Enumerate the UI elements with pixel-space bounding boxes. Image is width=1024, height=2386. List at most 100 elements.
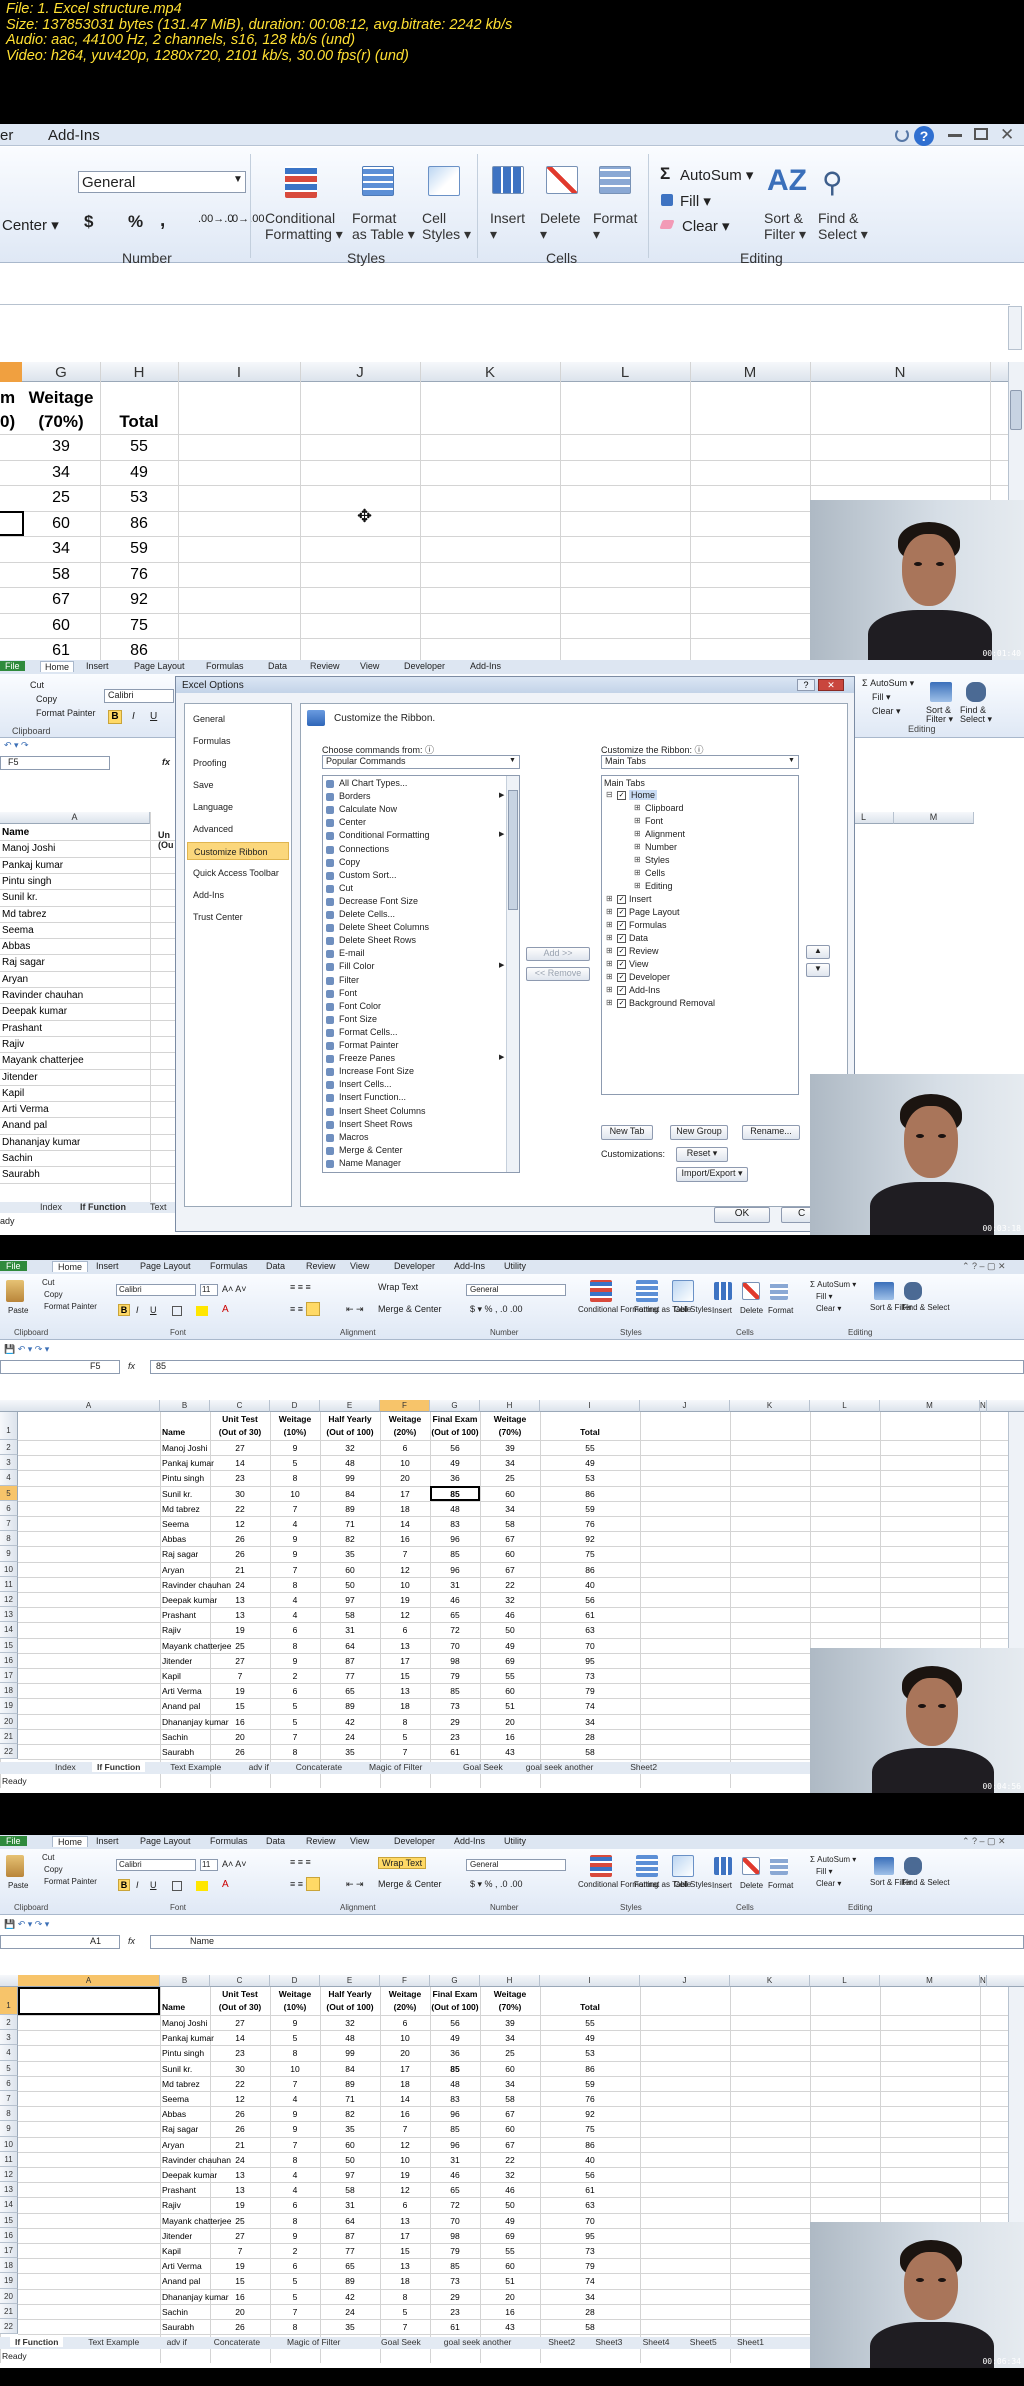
tree-item[interactable]: Data (629, 933, 648, 943)
row-header[interactable]: 5 (0, 2060, 18, 2076)
row-header[interactable]: 12 (0, 1592, 18, 1608)
sheet-tab[interactable]: Sheet2 (625, 1762, 662, 1772)
expand-icon[interactable]: ⊞ (634, 816, 641, 825)
clear-button[interactable]: Clear ▾ (872, 706, 901, 717)
col-header-k[interactable]: K (420, 364, 560, 381)
checkbox-icon[interactable]: ✓ (617, 791, 626, 800)
align-center-active[interactable] (306, 1877, 320, 1891)
sheet-tab[interactable]: Magic of Filter (282, 2337, 345, 2347)
sheet-tab-text[interactable]: Text (150, 1202, 167, 1212)
tab-insert[interactable]: Insert (96, 1836, 119, 1846)
tree-item[interactable]: Background Removal (629, 998, 715, 1008)
find-select-label[interactable]: Find & Select (902, 1879, 950, 1887)
command-item[interactable]: Insert Sheet Rows (339, 1119, 413, 1129)
sheet-tab[interactable]: Sheet5 (685, 2337, 722, 2347)
command-item[interactable]: Cut (339, 883, 353, 893)
find-select-label[interactable]: Find & Select ▾ (960, 706, 992, 724)
clear-button[interactable]: Clear ▾ (816, 1304, 841, 1313)
checkbox-icon[interactable]: ✓ (617, 921, 626, 930)
checkbox-icon[interactable]: ✓ (617, 999, 626, 1008)
sheet-tab[interactable]: Text Example (165, 1762, 226, 1772)
command-item[interactable]: Borders (339, 791, 371, 801)
col-header-d[interactable]: D (270, 1400, 320, 1412)
checkbox-icon[interactable]: ✓ (617, 960, 626, 969)
tab-add-ins[interactable]: Add-Ins (454, 1836, 485, 1846)
fx-icon[interactable]: fx (128, 1361, 135, 1371)
active-cell[interactable] (18, 1987, 160, 2015)
expand-icon[interactable]: ⊞ (606, 998, 613, 1007)
dialog-help-button[interactable]: ? (797, 679, 815, 691)
undo-icon[interactable]: 💾 ↶ ▾ ↷ ▾ (4, 1344, 49, 1355)
row-header[interactable]: 10 (0, 1561, 18, 1577)
tree-item[interactable]: Review (629, 946, 659, 956)
sort-filter-icon[interactable] (930, 682, 952, 702)
tab-developer[interactable]: Developer (404, 661, 445, 671)
window-minimize-icon[interactable] (948, 134, 962, 137)
commands-list[interactable]: All Chart Types... Borders ▶ Calculate Now C… (322, 775, 520, 1173)
delete-label[interactable]: Delete ▾ (540, 210, 580, 243)
tree-item[interactable]: Insert (629, 894, 652, 904)
tab-insert[interactable]: Insert (86, 661, 109, 671)
sheet-tab[interactable]: Sheet3 (590, 2337, 627, 2347)
autosum-icon[interactable]: Σ (660, 164, 670, 184)
sheet-tab[interactable]: adv if (244, 1762, 274, 1772)
tab-home[interactable]: Home (52, 1836, 89, 1847)
align-top-icon[interactable]: ≡ ≡ ≡ (290, 1282, 311, 1292)
font-color-icon[interactable]: A (222, 1304, 229, 1315)
tab-home[interactable]: Home (52, 1261, 89, 1272)
command-item[interactable]: Delete Cells... (339, 909, 395, 919)
delete-cells-icon[interactable] (742, 1282, 760, 1300)
expand-icon[interactable]: ⊞ (606, 933, 613, 942)
tab-view[interactable]: View (350, 1836, 369, 1846)
row-header[interactable]: 15 (0, 1637, 18, 1653)
row-header[interactable]: 18 (0, 2258, 18, 2274)
col-header-m[interactable]: M (690, 364, 810, 381)
expand-icon[interactable]: ⊞ (634, 855, 641, 864)
sheet-tab[interactable]: goal seek another (521, 1762, 599, 1772)
fx-icon[interactable]: fx (162, 757, 170, 767)
conditional-formatting-icon[interactable] (285, 166, 317, 198)
new-group-button[interactable]: New Group (670, 1125, 728, 1140)
row-header[interactable]: 14 (0, 2197, 18, 2213)
font-color-icon[interactable]: A (222, 1879, 229, 1890)
wrap-text-button[interactable]: Wrap Text (378, 1282, 418, 1292)
bold-button[interactable]: B (118, 1304, 130, 1316)
row-header[interactable]: 20 (0, 1713, 18, 1729)
underline-button[interactable]: U (150, 1880, 157, 1890)
col-header-e[interactable]: E (320, 1975, 380, 1987)
command-item[interactable]: E-mail (339, 948, 365, 958)
col-header-a[interactable]: A (0, 812, 150, 824)
tab-add-ins[interactable]: Add-Ins (454, 1261, 485, 1271)
sort-filter-label[interactable]: Sort & Filter ▾ (764, 210, 806, 243)
tab-utility[interactable]: Utility (504, 1261, 526, 1271)
autosum-label[interactable]: AutoSum ▾ (680, 166, 753, 184)
col-header-j[interactable]: J (300, 364, 420, 381)
checkbox-icon[interactable]: ✓ (617, 908, 626, 917)
row-header[interactable]: 7 (0, 1516, 18, 1532)
row-header[interactable]: 14 (0, 1622, 18, 1638)
sheet-tab-if-function[interactable]: If Function (80, 1202, 126, 1212)
sheet-tab[interactable]: goal seek another (439, 2337, 517, 2347)
sheet-tab[interactable]: Sheet4 (638, 2337, 675, 2347)
tab-data[interactable]: Data (266, 1836, 285, 1846)
row-header[interactable]: 6 (0, 1500, 18, 1516)
command-item[interactable]: Fill Color (339, 961, 375, 971)
row-header[interactable]: 3 (0, 2030, 18, 2046)
copy-button[interactable]: Copy (36, 694, 57, 704)
indent-icon[interactable]: ⇤ ⇥ (346, 1304, 364, 1315)
row-header[interactable]: 6 (0, 2075, 18, 2091)
wrap-text-button[interactable]: Wrap Text (378, 1857, 427, 1869)
row-header[interactable]: 4 (0, 2045, 18, 2061)
command-item[interactable]: Macros (339, 1132, 369, 1142)
tab-page-layout[interactable]: Page Layout (134, 661, 185, 671)
conditional-formatting-label[interactable]: Conditional Formatting ▾ (265, 210, 343, 243)
tab-add-ins[interactable]: Add-Ins (48, 127, 100, 144)
grow-font-icon[interactable]: A˄ A˅ (222, 1284, 247, 1294)
insert-cells-icon[interactable] (714, 1857, 732, 1875)
row-header[interactable]: 16 (0, 1652, 18, 1668)
paste-label[interactable]: Paste (8, 1306, 28, 1315)
percent-button[interactable]: % (128, 212, 143, 232)
sheet-tab[interactable]: Goal Seek (458, 1762, 508, 1772)
col-header-b[interactable]: B (160, 1400, 210, 1412)
command-item[interactable]: All Chart Types... (339, 778, 407, 788)
